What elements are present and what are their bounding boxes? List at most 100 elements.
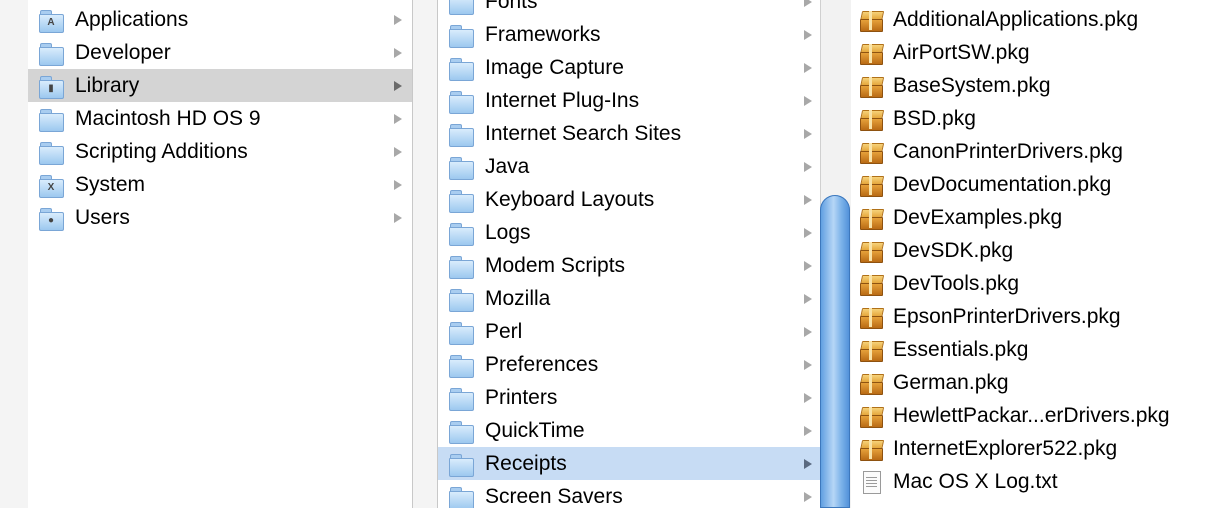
browser-item-frameworks[interactable]: Frameworks — [438, 18, 820, 51]
browser-item-label: BSD.pkg — [893, 106, 976, 130]
browser-item-internet-plug-ins[interactable]: Internet Plug-Ins — [438, 84, 820, 117]
browser-item-label: DevDocumentation.pkg — [893, 172, 1112, 196]
folder-icon — [38, 40, 64, 66]
browser-item-label: Essentials.pkg — [893, 337, 1029, 361]
browser-item-additionalapplications-pkg[interactable]: AdditionalApplications.pkg — [850, 3, 1213, 36]
disclosure-arrow-icon — [804, 195, 812, 205]
package-icon — [858, 172, 884, 198]
browser-item-mozilla[interactable]: Mozilla — [438, 282, 820, 315]
disclosure-arrow-icon — [394, 180, 402, 190]
browser-item-macintosh-hd-os-9[interactable]: Macintosh HD OS 9 — [28, 102, 412, 135]
browser-column-3: AdditionalApplications.pkg AirPortSW.pkg B… — [850, 0, 1213, 508]
browser-item-library[interactable]: ▮ Library — [28, 69, 412, 102]
browser-item-label: QuickTime — [485, 418, 585, 442]
disclosure-arrow-icon — [804, 129, 812, 139]
browser-item-receipts[interactable]: Receipts — [438, 447, 820, 480]
column-gutter-left — [0, 0, 28, 508]
disclosure-arrow-icon — [804, 426, 812, 436]
browser-item-devdocumentation-pkg[interactable]: DevDocumentation.pkg — [850, 168, 1213, 201]
browser-item-label: Mac OS X Log.txt — [893, 469, 1058, 493]
disclosure-arrow-icon — [804, 63, 812, 73]
browser-item-label: System — [75, 172, 146, 196]
disclosure-arrow-icon — [394, 147, 402, 157]
column-divider[interactable] — [412, 0, 413, 508]
disclosure-arrow-icon — [804, 30, 812, 40]
browser-item-label: Image Capture — [485, 55, 624, 79]
browser-item-fonts[interactable]: Fonts — [438, 0, 820, 18]
package-icon — [858, 238, 884, 264]
browser-item-keyboard-layouts[interactable]: Keyboard Layouts — [438, 183, 820, 216]
browser-item-label: Preferences — [485, 352, 599, 376]
browser-item-label: Modem Scripts — [485, 253, 626, 277]
folder-icon — [448, 319, 474, 345]
browser-item-internetexplorer522-pkg[interactable]: InternetExplorer522.pkg — [850, 432, 1213, 465]
folder-icon — [448, 88, 474, 114]
package-icon — [858, 205, 884, 231]
browser-item-modem-scripts[interactable]: Modem Scripts — [438, 249, 820, 282]
browser-item-label: Library — [75, 73, 140, 97]
folder-icon — [448, 22, 474, 48]
browser-item-devtools-pkg[interactable]: DevTools.pkg — [850, 267, 1213, 300]
browser-item-hewlettpackar-erdrivers-pkg[interactable]: HewlettPackar...erDrivers.pkg — [850, 399, 1213, 432]
browser-item-label: Screen Savers — [485, 484, 623, 508]
browser-item-logs[interactable]: Logs — [438, 216, 820, 249]
browser-item-epsonprinterdrivers-pkg[interactable]: EpsonPrinterDrivers.pkg — [850, 300, 1213, 333]
disclosure-arrow-icon — [804, 228, 812, 238]
disclosure-arrow-icon — [804, 294, 812, 304]
browser-item-basesystem-pkg[interactable]: BaseSystem.pkg — [850, 69, 1213, 102]
folder-icon — [448, 220, 474, 246]
browser-item-label: Perl — [485, 319, 523, 343]
browser-item-internet-search-sites[interactable]: Internet Search Sites — [438, 117, 820, 150]
browser-item-label: DevTools.pkg — [893, 271, 1020, 295]
browser-item-printers[interactable]: Printers — [438, 381, 820, 414]
browser-item-label: HewlettPackar...erDrivers.pkg — [893, 403, 1170, 427]
browser-item-devexamples-pkg[interactable]: DevExamples.pkg — [850, 201, 1213, 234]
browser-item-screen-savers[interactable]: Screen Savers — [438, 480, 820, 508]
browser-column-1: A Applications Developer ▮ Library Macintosh … — [28, 0, 412, 508]
browser-item-label: Macintosh HD OS 9 — [75, 106, 261, 130]
browser-column-2: Fonts Frameworks Image Capture Internet Plu… — [438, 0, 820, 508]
browser-item-canonprinterdrivers-pkg[interactable]: CanonPrinterDrivers.pkg — [850, 135, 1213, 168]
applications-folder-icon: A — [38, 7, 64, 33]
browser-item-developer[interactable]: Developer — [28, 36, 412, 69]
browser-item-essentials-pkg[interactable]: Essentials.pkg — [850, 333, 1213, 366]
package-icon — [858, 271, 884, 297]
browser-item-preferences[interactable]: Preferences — [438, 348, 820, 381]
browser-item-bsd-pkg[interactable]: BSD.pkg — [850, 102, 1213, 135]
browser-item-java[interactable]: Java — [438, 150, 820, 183]
folder-icon — [448, 352, 474, 378]
browser-item-label: Receipts — [485, 451, 567, 475]
browser-item-label: Internet Search Sites — [485, 121, 682, 145]
column-2-scrollbar-thumb[interactable] — [820, 195, 850, 508]
browser-item-label: BaseSystem.pkg — [893, 73, 1051, 97]
disclosure-arrow-icon — [804, 261, 812, 271]
browser-item-users[interactable]: ● Users — [28, 201, 412, 234]
browser-item-label: Applications — [75, 7, 189, 31]
folder-icon — [448, 55, 474, 81]
browser-item-mac-os-x-log-txt[interactable]: Mac OS X Log.txt — [850, 465, 1213, 498]
browser-item-quicktime[interactable]: QuickTime — [438, 414, 820, 447]
browser-item-label: Scripting Additions — [75, 139, 248, 163]
disclosure-arrow-icon — [804, 96, 812, 106]
browser-item-devsdk-pkg[interactable]: DevSDK.pkg — [850, 234, 1213, 267]
browser-item-applications[interactable]: A Applications — [28, 3, 412, 36]
browser-item-airportsw-pkg[interactable]: AirPortSW.pkg — [850, 36, 1213, 69]
folder-icon — [448, 0, 474, 15]
browser-item-scripting-additions[interactable]: Scripting Additions — [28, 135, 412, 168]
package-icon — [858, 337, 884, 363]
browser-item-image-capture[interactable]: Image Capture — [438, 51, 820, 84]
package-icon — [858, 304, 884, 330]
users-folder-icon: ● — [38, 205, 64, 231]
browser-item-label: EpsonPrinterDrivers.pkg — [893, 304, 1121, 328]
browser-item-label: Frameworks — [485, 22, 601, 46]
browser-item-system[interactable]: X System — [28, 168, 412, 201]
browser-item-label: Keyboard Layouts — [485, 187, 655, 211]
disclosure-arrow-icon — [804, 0, 812, 7]
package-icon — [858, 73, 884, 99]
browser-item-label: Fonts — [485, 0, 538, 13]
system-folder-icon: X — [38, 172, 64, 198]
browser-item-german-pkg[interactable]: German.pkg — [850, 366, 1213, 399]
library-folder-icon: ▮ — [38, 73, 64, 99]
column-gutter-mid — [412, 0, 438, 508]
browser-item-perl[interactable]: Perl — [438, 315, 820, 348]
